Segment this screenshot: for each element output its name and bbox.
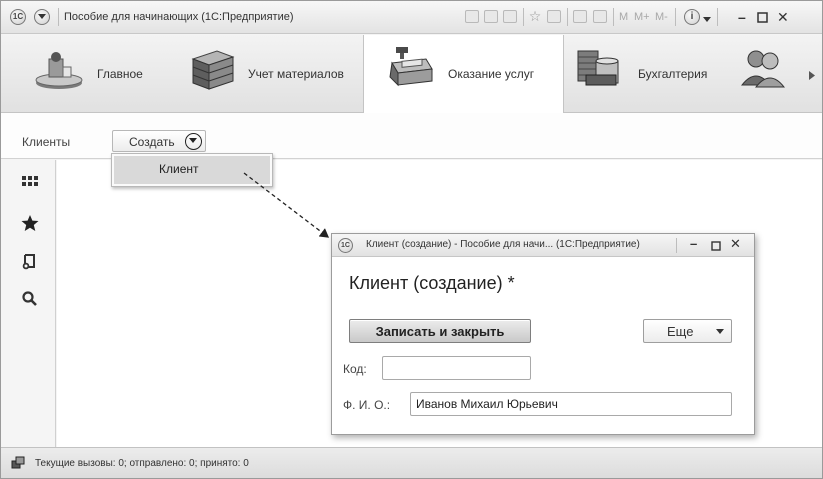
separator bbox=[58, 8, 59, 26]
memory-button-m-minus[interactable]: M- bbox=[655, 11, 668, 23]
menu-item-label: Клиент bbox=[159, 162, 199, 176]
separator bbox=[613, 8, 614, 26]
calculator-icon[interactable] bbox=[573, 10, 587, 23]
chevron-down-icon[interactable] bbox=[185, 133, 202, 150]
create-button[interactable]: Создать bbox=[112, 130, 206, 152]
application-window: 1C Пособие для начинающих (1С:Предприяти… bbox=[0, 0, 823, 479]
maximize-button[interactable] bbox=[757, 9, 768, 27]
save-and-close-label: Записать и закрыть bbox=[375, 324, 505, 339]
name-field[interactable] bbox=[410, 392, 732, 416]
coins-icon bbox=[577, 50, 619, 86]
section-accounting-label: Бухгалтерия bbox=[638, 67, 708, 81]
main-menu-icon[interactable] bbox=[34, 9, 50, 25]
code-label: Код: bbox=[343, 362, 367, 376]
section-materials[interactable]: Учет материалов bbox=[179, 35, 362, 112]
status-bar: Текущие вызовы: 0; отправлено: 0; принят… bbox=[1, 447, 822, 478]
links-icon[interactable] bbox=[547, 10, 561, 23]
dialog-maximize-button[interactable] bbox=[711, 239, 721, 254]
all-functions-icon[interactable] bbox=[21, 174, 39, 192]
section-main[interactable]: Главное bbox=[1, 35, 179, 112]
home-desk-icon bbox=[35, 52, 83, 89]
sections-panel: Главное Учет материалов Оказание услуг Б… bbox=[1, 35, 822, 113]
separator bbox=[675, 8, 676, 26]
more-button[interactable]: Еще bbox=[643, 319, 732, 343]
history-icon[interactable] bbox=[21, 252, 39, 270]
create-button-label: Создать bbox=[129, 135, 175, 149]
dialog-title-bar: 1C Клиент (создание) - Пособие для начи.… bbox=[332, 234, 754, 257]
client-create-dialog: 1C Клиент (создание) - Пособие для начи.… bbox=[331, 233, 755, 435]
separator bbox=[567, 8, 568, 26]
memory-button-m-plus[interactable]: M+ bbox=[634, 11, 650, 23]
separator bbox=[717, 8, 718, 26]
title-bar: 1C Пособие для начинающих (1С:Предприяти… bbox=[1, 1, 822, 34]
calendar-icon[interactable] bbox=[593, 10, 607, 23]
memory-button-m[interactable]: M bbox=[619, 11, 628, 23]
star-icon[interactable] bbox=[21, 214, 39, 232]
separator bbox=[676, 238, 677, 253]
create-dropdown-menu: Клиент bbox=[111, 153, 273, 187]
window-title: Пособие для начинающих (1С:Предприятие) bbox=[64, 11, 294, 23]
save-icon[interactable] bbox=[465, 10, 479, 23]
section-services-label: Оказание услуг bbox=[448, 67, 535, 81]
menu-item-client[interactable]: Клиент bbox=[114, 156, 270, 184]
preview-icon[interactable] bbox=[503, 10, 517, 23]
dialog-window-title: Клиент (создание) - Пособие для начи... … bbox=[366, 239, 640, 250]
favorites-icon[interactable]: ☆ bbox=[528, 9, 542, 23]
code-field[interactable] bbox=[382, 356, 531, 380]
print-icon[interactable] bbox=[484, 10, 498, 23]
more-button-label: Еще bbox=[667, 324, 694, 339]
info-dropdown-icon[interactable] bbox=[703, 17, 711, 23]
status-text: Текущие вызовы: 0; отправлено: 0; принят… bbox=[35, 458, 249, 469]
close-button[interactable]: ✕ bbox=[777, 8, 789, 26]
app-logo-icon[interactable]: 1C bbox=[338, 238, 353, 253]
app-logo-icon[interactable]: 1C bbox=[10, 9, 26, 25]
section-accounting[interactable]: Бухгалтерия bbox=[564, 35, 734, 112]
info-icon[interactable]: i bbox=[684, 9, 700, 25]
separator bbox=[523, 8, 524, 26]
save-and-close-button[interactable]: Записать и закрыть bbox=[349, 319, 531, 343]
dialog-heading: Клиент (создание) * bbox=[349, 273, 515, 293]
section-users[interactable] bbox=[734, 35, 804, 112]
bricks-icon bbox=[191, 50, 235, 90]
sections-scroll-right-icon[interactable] bbox=[809, 71, 815, 80]
section-materials-label: Учет материалов bbox=[248, 67, 344, 81]
dialog-minimize-button[interactable]: – bbox=[690, 236, 697, 251]
users-icon bbox=[740, 50, 786, 88]
dialog-close-button[interactable]: ✕ bbox=[730, 236, 741, 252]
chevron-down-icon bbox=[716, 329, 724, 334]
cash-register-icon bbox=[389, 47, 433, 87]
section-main-label: Главное bbox=[97, 67, 143, 81]
connection-icon[interactable] bbox=[11, 456, 25, 470]
section-services[interactable]: Оказание услуг bbox=[363, 35, 564, 113]
name-label: Ф. И. О.: bbox=[343, 398, 391, 412]
minimize-button[interactable]: – bbox=[738, 8, 746, 26]
page-title: Клиенты bbox=[22, 135, 71, 149]
left-navigation bbox=[1, 160, 56, 447]
search-icon[interactable] bbox=[21, 290, 39, 308]
